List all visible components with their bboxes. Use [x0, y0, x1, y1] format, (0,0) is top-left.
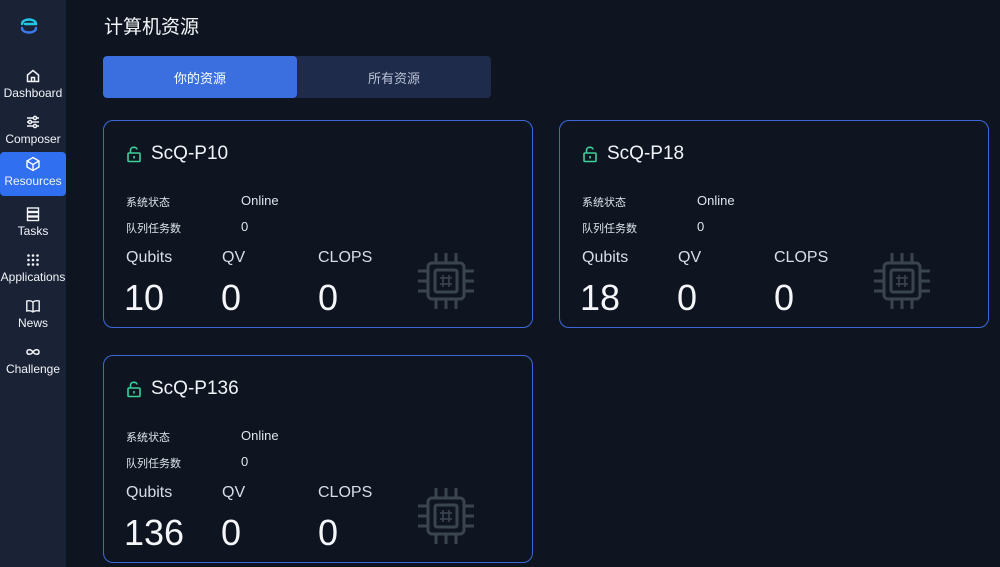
clops-value: 0 — [318, 277, 339, 318]
nav-dashboard[interactable]: Dashboard — [0, 64, 66, 108]
qv-value: 0 — [221, 277, 242, 318]
nav-applications[interactable]: Applications — [0, 248, 66, 292]
qubits-value: 18 — [580, 277, 621, 318]
card-header: ScQ-P10 — [126, 143, 228, 165]
unlock-icon — [127, 146, 141, 163]
qv-value: 0 — [221, 512, 242, 553]
nav-news[interactable]: News — [0, 294, 66, 338]
qv-label: QV — [222, 249, 246, 266]
infinity-icon — [26, 349, 40, 355]
nav-applications-label: Applications — [0, 270, 66, 284]
qv-label: QV — [222, 484, 246, 501]
status-value: Online — [241, 428, 279, 443]
resource-card-scq-p10[interactable]: ScQ-P10 系统状态 Online 队列任务数 0 Qubits QV CL… — [103, 120, 533, 328]
resource-card-scq-p136[interactable]: ScQ-P136 系统状态 Online 队列任务数 0 Qubits QV C… — [103, 355, 533, 563]
status-value: Online — [697, 193, 735, 208]
resource-card-scq-p18[interactable]: ScQ-P18 系统状态 Online 队列任务数 0 Qubits QV CL… — [559, 120, 989, 328]
clops-label: CLOPS — [318, 249, 373, 266]
cube-icon — [26, 156, 40, 172]
card-header: ScQ-P18 — [582, 143, 684, 165]
home-icon — [26, 69, 40, 83]
nav-resources[interactable]: Resources — [0, 152, 66, 196]
sidebar: Dashboard Composer Resources Tasks Appli… — [0, 0, 66, 567]
qubits-value: 10 — [124, 277, 165, 318]
status-label: 系统状态 — [126, 431, 170, 444]
nav-tasks[interactable]: Tasks — [0, 202, 66, 246]
queue-value: 0 — [697, 219, 705, 234]
card-title: ScQ-P136 — [151, 378, 239, 399]
queue-label: 队列任务数 — [126, 457, 181, 470]
qubits-value: 136 — [124, 512, 185, 553]
nav-tasks-label: Tasks — [17, 224, 49, 238]
sliders-icon — [27, 115, 39, 129]
clops-value: 0 — [318, 512, 339, 553]
qv-label: QV — [678, 249, 702, 266]
queue-label: 队列任务数 — [126, 222, 181, 235]
unlock-icon — [583, 146, 597, 163]
status-label: 系统状态 — [126, 196, 170, 209]
chip-icon — [874, 253, 930, 309]
unlock-icon — [127, 381, 141, 398]
queue-label: 队列任务数 — [582, 222, 637, 235]
card-title: ScQ-P10 — [151, 143, 229, 164]
page-title: 计算机资源 — [104, 16, 200, 38]
book-icon — [26, 300, 40, 313]
clops-label: CLOPS — [318, 484, 373, 501]
clops-label: CLOPS — [774, 249, 829, 266]
nav-composer-label: Composer — [5, 132, 61, 146]
chip-icon — [418, 488, 474, 544]
nav-resources-label: Resources — [4, 174, 62, 188]
chip-icon — [418, 253, 474, 309]
tab-all-resources[interactable]: 所有资源 — [297, 56, 491, 98]
nav-news-label: News — [17, 316, 48, 330]
clops-value: 0 — [774, 277, 795, 318]
list-icon — [26, 207, 40, 222]
nav-dashboard-label: Dashboard — [3, 86, 63, 100]
qubits-label: Qubits — [582, 249, 629, 266]
status-label: 系统状态 — [582, 196, 626, 209]
tab-your-resources[interactable]: 你的资源 — [103, 56, 297, 98]
card-title: ScQ-P18 — [607, 143, 685, 164]
status-value: Online — [241, 193, 279, 208]
grid-icon — [27, 254, 39, 266]
qubits-label: Qubits — [126, 249, 173, 266]
nav-challenge-label: Challenge — [5, 362, 61, 376]
qubits-label: Qubits — [126, 484, 173, 501]
card-header: ScQ-P136 — [126, 378, 239, 400]
queue-value: 0 — [241, 454, 249, 469]
qv-value: 0 — [677, 277, 698, 318]
resource-tabs: 你的资源 所有资源 — [103, 56, 491, 98]
queue-value: 0 — [241, 219, 249, 234]
nav-composer[interactable]: Composer — [0, 110, 66, 154]
nav-challenge[interactable]: Challenge — [0, 340, 66, 384]
logo-icon[interactable] — [17, 14, 41, 38]
